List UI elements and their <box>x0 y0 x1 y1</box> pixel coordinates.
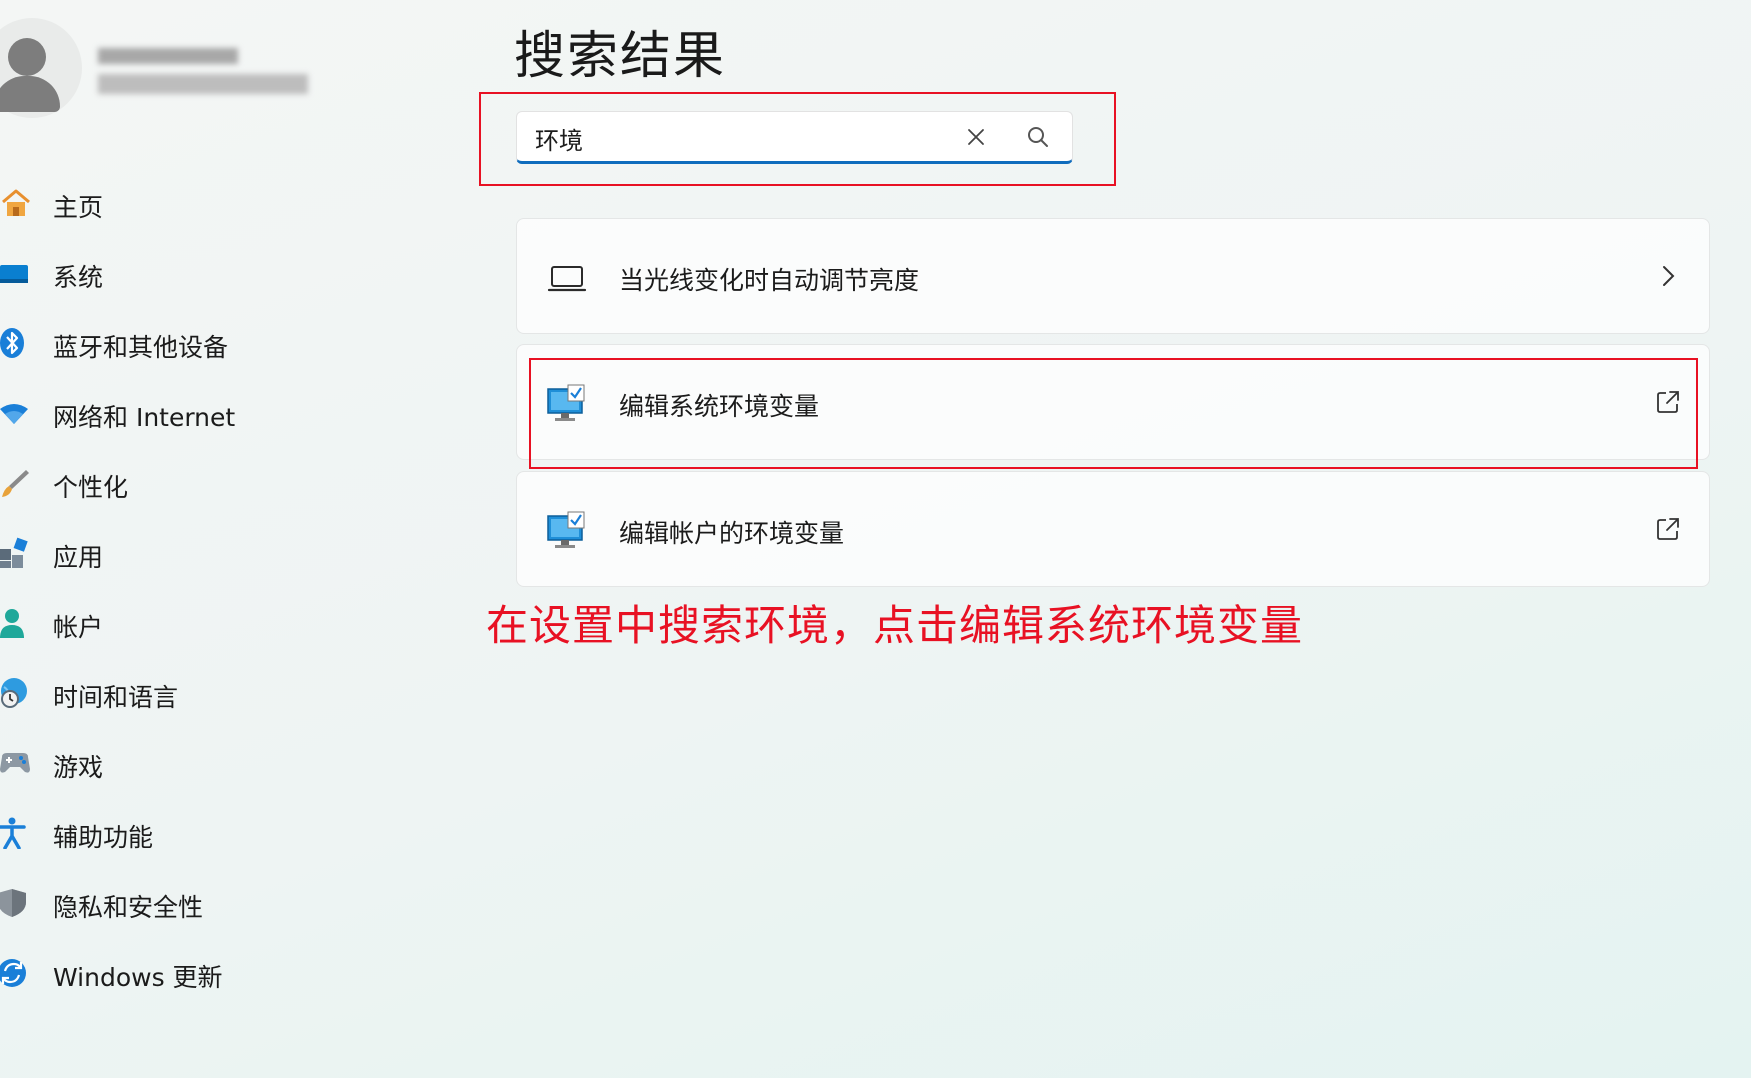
search-box[interactable] <box>516 111 1073 164</box>
sidebar-item-label: 隐私和安全性 <box>53 893 204 922</box>
globe-clock-icon <box>1 678 27 708</box>
sidebar-item-label: 个性化 <box>53 473 129 502</box>
apps-icon <box>0 537 28 568</box>
result-edit-system-env-vars[interactable]: 编辑系统环境变量 <box>516 344 1710 460</box>
sidebar-nav: 主页 系统 蓝牙和其他设备 网络和 Internet 个性化 应用 帐户 时间和… <box>0 168 440 1008</box>
clear-search-icon[interactable] <box>964 125 988 149</box>
sidebar-item-label: 时间和语言 <box>53 683 179 712</box>
home-icon <box>2 189 30 216</box>
sidebar-item-windows-update[interactable]: Windows 更新 <box>0 938 440 1008</box>
instruction-annotation: 在设置中搜索环境，点击编辑系统环境变量 <box>486 601 1304 650</box>
result-label: 编辑系统环境变量 <box>619 392 820 421</box>
sidebar-item-label: 网络和 Internet <box>53 403 236 432</box>
account-person-icon <box>0 609 24 638</box>
blurred-user-name <box>98 42 308 104</box>
sidebar-item-bluetooth[interactable]: 蓝牙和其他设备 <box>0 308 440 378</box>
wifi-icon <box>0 404 28 424</box>
chevron-right-icon <box>1663 266 1675 286</box>
sidebar-item-label: Windows 更新 <box>53 963 223 992</box>
sidebar-item-personalization[interactable]: 个性化 <box>0 448 440 518</box>
page-title: 搜索结果 <box>514 27 727 86</box>
sidebar-item-label: 主页 <box>53 193 104 222</box>
sidebar-item-gaming[interactable]: 游戏 <box>0 728 440 798</box>
search-input[interactable] <box>533 118 957 158</box>
sidebar-item-label: 应用 <box>53 543 104 572</box>
user-avatar[interactable] <box>0 18 82 118</box>
laptop-icon <box>547 266 587 292</box>
sidebar-item-accounts[interactable]: 帐户 <box>0 588 440 658</box>
paint-brush-icon <box>2 470 29 497</box>
sidebar-item-label: 游戏 <box>53 753 104 782</box>
system-display-icon <box>0 265 28 283</box>
sidebar-item-label: 辅助功能 <box>53 823 154 852</box>
system-properties-monitor-icon <box>547 384 585 421</box>
result-auto-brightness[interactable]: 当光线变化时自动调节亮度 <box>516 218 1710 334</box>
sidebar-item-network[interactable]: 网络和 Internet <box>0 378 440 448</box>
system-properties-monitor-icon <box>547 511 585 548</box>
result-label: 编辑帐户的环境变量 <box>619 519 845 548</box>
search-icon[interactable] <box>1025 124 1051 150</box>
sidebar-item-label: 系统 <box>53 263 104 292</box>
windows-update-icon <box>0 959 26 987</box>
result-edit-account-env-vars[interactable]: 编辑帐户的环境变量 <box>516 471 1710 587</box>
sidebar-item-apps[interactable]: 应用 <box>0 518 440 588</box>
shield-icon <box>0 889 26 917</box>
avatar-head-shape <box>8 38 46 76</box>
sidebar-item-privacy-security[interactable]: 隐私和安全性 <box>0 868 440 938</box>
sidebar-item-time-language[interactable]: 时间和语言 <box>0 658 440 728</box>
sidebar-item-system[interactable]: 系统 <box>0 238 440 308</box>
sidebar-item-label: 帐户 <box>53 613 104 642</box>
bluetooth-icon <box>0 328 24 358</box>
accessibility-icon <box>0 817 26 849</box>
gamepad-icon <box>0 753 30 773</box>
external-link-icon <box>1657 518 1679 540</box>
sidebar-item-home[interactable]: 主页 <box>0 168 440 238</box>
external-link-icon <box>1657 391 1679 413</box>
avatar-body-shape <box>0 76 60 112</box>
result-label: 当光线变化时自动调节亮度 <box>619 266 920 295</box>
sidebar-item-label: 蓝牙和其他设备 <box>53 333 229 362</box>
sidebar-item-accessibility[interactable]: 辅助功能 <box>0 798 440 868</box>
